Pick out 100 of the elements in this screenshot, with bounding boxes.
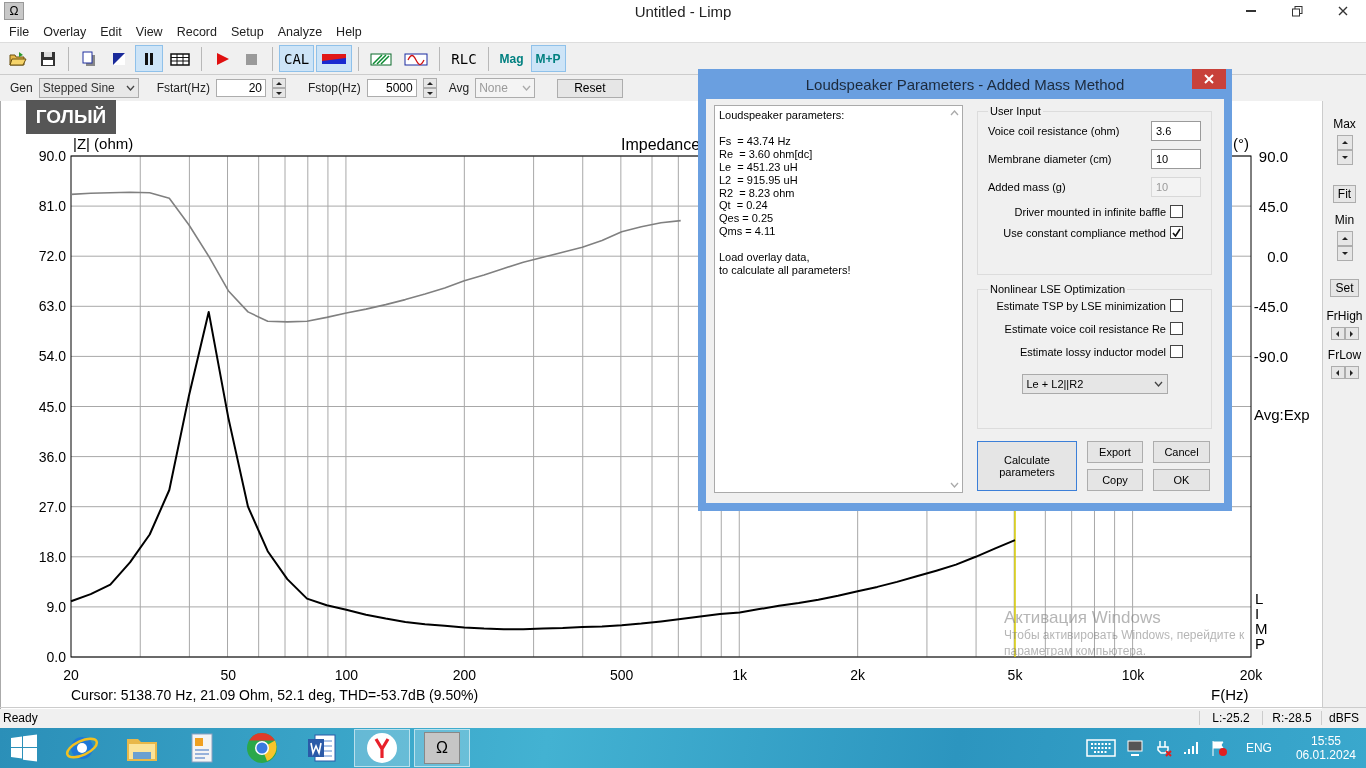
checkbox[interactable] — [1170, 299, 1183, 312]
field-label: Added mass (g) — [988, 181, 1066, 193]
checkbox-label: Estimate TSP by LSE minimization — [996, 299, 1166, 312]
left-arrow-icon — [1335, 329, 1340, 338]
word-document-icon — [305, 732, 339, 764]
report-line: Loudspeaker parameters: — [719, 109, 846, 122]
toolbar-button[interactable] — [316, 45, 353, 72]
pages-icon — [80, 50, 98, 67]
field-label: Fstop(Hz) — [308, 81, 361, 95]
input-field[interactable]: 3.6 — [1151, 121, 1201, 141]
menu-item[interactable]: Record — [169, 25, 224, 39]
app-icon[interactable]: Ω — [4, 2, 24, 20]
open-folder-icon — [9, 50, 27, 67]
x-axis-label: 1k — [732, 667, 748, 683]
report-line: Le = 451.23 uH — [719, 160, 799, 174]
scroll-up-icon — [949, 110, 959, 116]
menu-item[interactable]: File — [2, 25, 37, 39]
dialog-button[interactable]: Calculate parameters — [977, 441, 1077, 491]
side-letter: P — [1255, 635, 1265, 652]
report-text-box[interactable]: Loudspeaker parameters: Fs = 43.74 Hz Re = 3.60 ohm[dc] Le = 451.23 uH L2 = 915.95 uH R2 = 8.23 ohm Qt = 0.24 Qes = 0.25 Qms = 4.11 Load overlay data, to calculate all parameters! — [714, 105, 963, 493]
taskbar-app[interactable] — [354, 729, 410, 767]
toolbar-button[interactable]: Mag — [494, 45, 529, 72]
panel-label: Max — [1333, 117, 1356, 131]
menu-item[interactable]: Analyze — [270, 25, 330, 39]
panel-label: FrHigh — [1326, 309, 1363, 323]
checkbox[interactable] — [1170, 226, 1183, 239]
phase-axis-label: -90.0 — [1253, 348, 1288, 366]
spin-up-button[interactable] — [1336, 135, 1353, 150]
taskbar-app[interactable]: Ω — [414, 729, 470, 767]
status-level: L:-25.2 — [1199, 711, 1262, 725]
phase-axis-label: 0.0 — [1267, 248, 1288, 266]
toolbar-button[interactable]: RLC — [446, 45, 482, 72]
menu-item[interactable]: Overlay — [36, 25, 94, 39]
spin-up-button[interactable] — [272, 78, 286, 88]
down-arrow-icon — [1340, 251, 1349, 256]
phase-axis-title: (°) — [1233, 135, 1249, 152]
table-icon — [170, 50, 190, 67]
wave-icon — [404, 50, 429, 67]
caret-icon — [125, 85, 135, 91]
dialog-button[interactable]: Export — [1087, 441, 1143, 463]
status-text: Ready — [3, 711, 39, 725]
phase-axis-label: 90.0 — [1258, 148, 1288, 165]
checkbox[interactable] — [1170, 205, 1183, 218]
generator-dropdown[interactable]: Stepped Sine — [38, 78, 139, 98]
averaging-label: Avg:Exp — [1254, 406, 1310, 423]
menu-item[interactable]: Setup — [223, 25, 271, 39]
spin-left-button[interactable] — [1330, 327, 1345, 340]
field-label: Avg — [448, 81, 470, 95]
spin-down-button[interactable] — [272, 88, 286, 98]
dialog-button[interactable]: Cancel — [1153, 441, 1210, 463]
up-arrow-icon — [1340, 236, 1349, 241]
spin-down-button[interactable] — [1336, 150, 1353, 165]
y-axis-label: 54.0 — [38, 348, 66, 365]
caret-icon — [522, 85, 532, 91]
input-field[interactable]: 20 — [216, 79, 266, 97]
y-axis-label: 90.0 — [38, 148, 66, 164]
report-line: Re = 3.60 ohm[dc] — [719, 147, 814, 161]
keyboard-icon — [1085, 739, 1116, 757]
spin-down-button[interactable] — [1336, 246, 1353, 261]
model-dropdown[interactable]: Le + L2||R2 — [1021, 374, 1168, 394]
checkbox[interactable] — [1170, 345, 1183, 358]
side-letter: I — [1255, 605, 1260, 622]
report-line: Fs = 43.74 Hz — [719, 134, 792, 148]
y-axis-label: 0.0 — [46, 649, 66, 665]
report-line: L2 = 915.95 uH — [719, 173, 799, 187]
checkbox[interactable] — [1170, 322, 1183, 335]
set-button[interactable]: Set — [1330, 279, 1359, 297]
up-arrow-icon — [425, 80, 434, 86]
spin-down-button[interactable] — [422, 88, 437, 98]
fit-button[interactable]: Fit — [1332, 185, 1357, 203]
dialog-button[interactable]: Copy — [1087, 469, 1143, 491]
spin-up-button[interactable] — [1336, 231, 1353, 246]
close-button[interactable] — [1192, 69, 1226, 89]
side-letter: L — [1255, 590, 1264, 607]
close-icon — [1338, 6, 1348, 16]
triangle-icon — [110, 50, 128, 67]
x-axis-label: 500 — [610, 667, 634, 683]
spin-up-button[interactable] — [422, 78, 437, 88]
menu-item[interactable]: View — [128, 25, 170, 39]
spin-left-button[interactable] — [1330, 366, 1345, 379]
y-axis-label: 36.0 — [38, 448, 66, 465]
clock-date: 06.01.2024 — [1295, 748, 1356, 762]
hatched-chart-icon — [370, 50, 393, 67]
report-line: to calculate all parameters! — [719, 264, 852, 277]
down-arrow-icon — [1340, 155, 1349, 160]
input-field[interactable]: 5000 — [366, 79, 417, 97]
reset-button[interactable]: Reset — [557, 78, 623, 98]
menu-item[interactable]: Help — [329, 25, 369, 39]
report-line: Load overlay data, — [719, 251, 811, 265]
y-axis-label: 18.0 — [38, 548, 66, 565]
dialog-button[interactable]: OK — [1153, 469, 1210, 491]
toolbar-button[interactable]: M+P — [530, 45, 566, 72]
chart-title: Impedance — [621, 136, 701, 153]
toolbar-button[interactable] — [135, 45, 163, 72]
toolbar-button[interactable]: CAL — [279, 45, 315, 72]
flag-icon — [1209, 739, 1228, 757]
status-level: R:-28.5 — [1262, 711, 1321, 725]
panel-label: FrLow — [1327, 348, 1362, 362]
menu-item[interactable]: Edit — [93, 25, 129, 39]
input-field[interactable]: 10 — [1151, 149, 1201, 169]
